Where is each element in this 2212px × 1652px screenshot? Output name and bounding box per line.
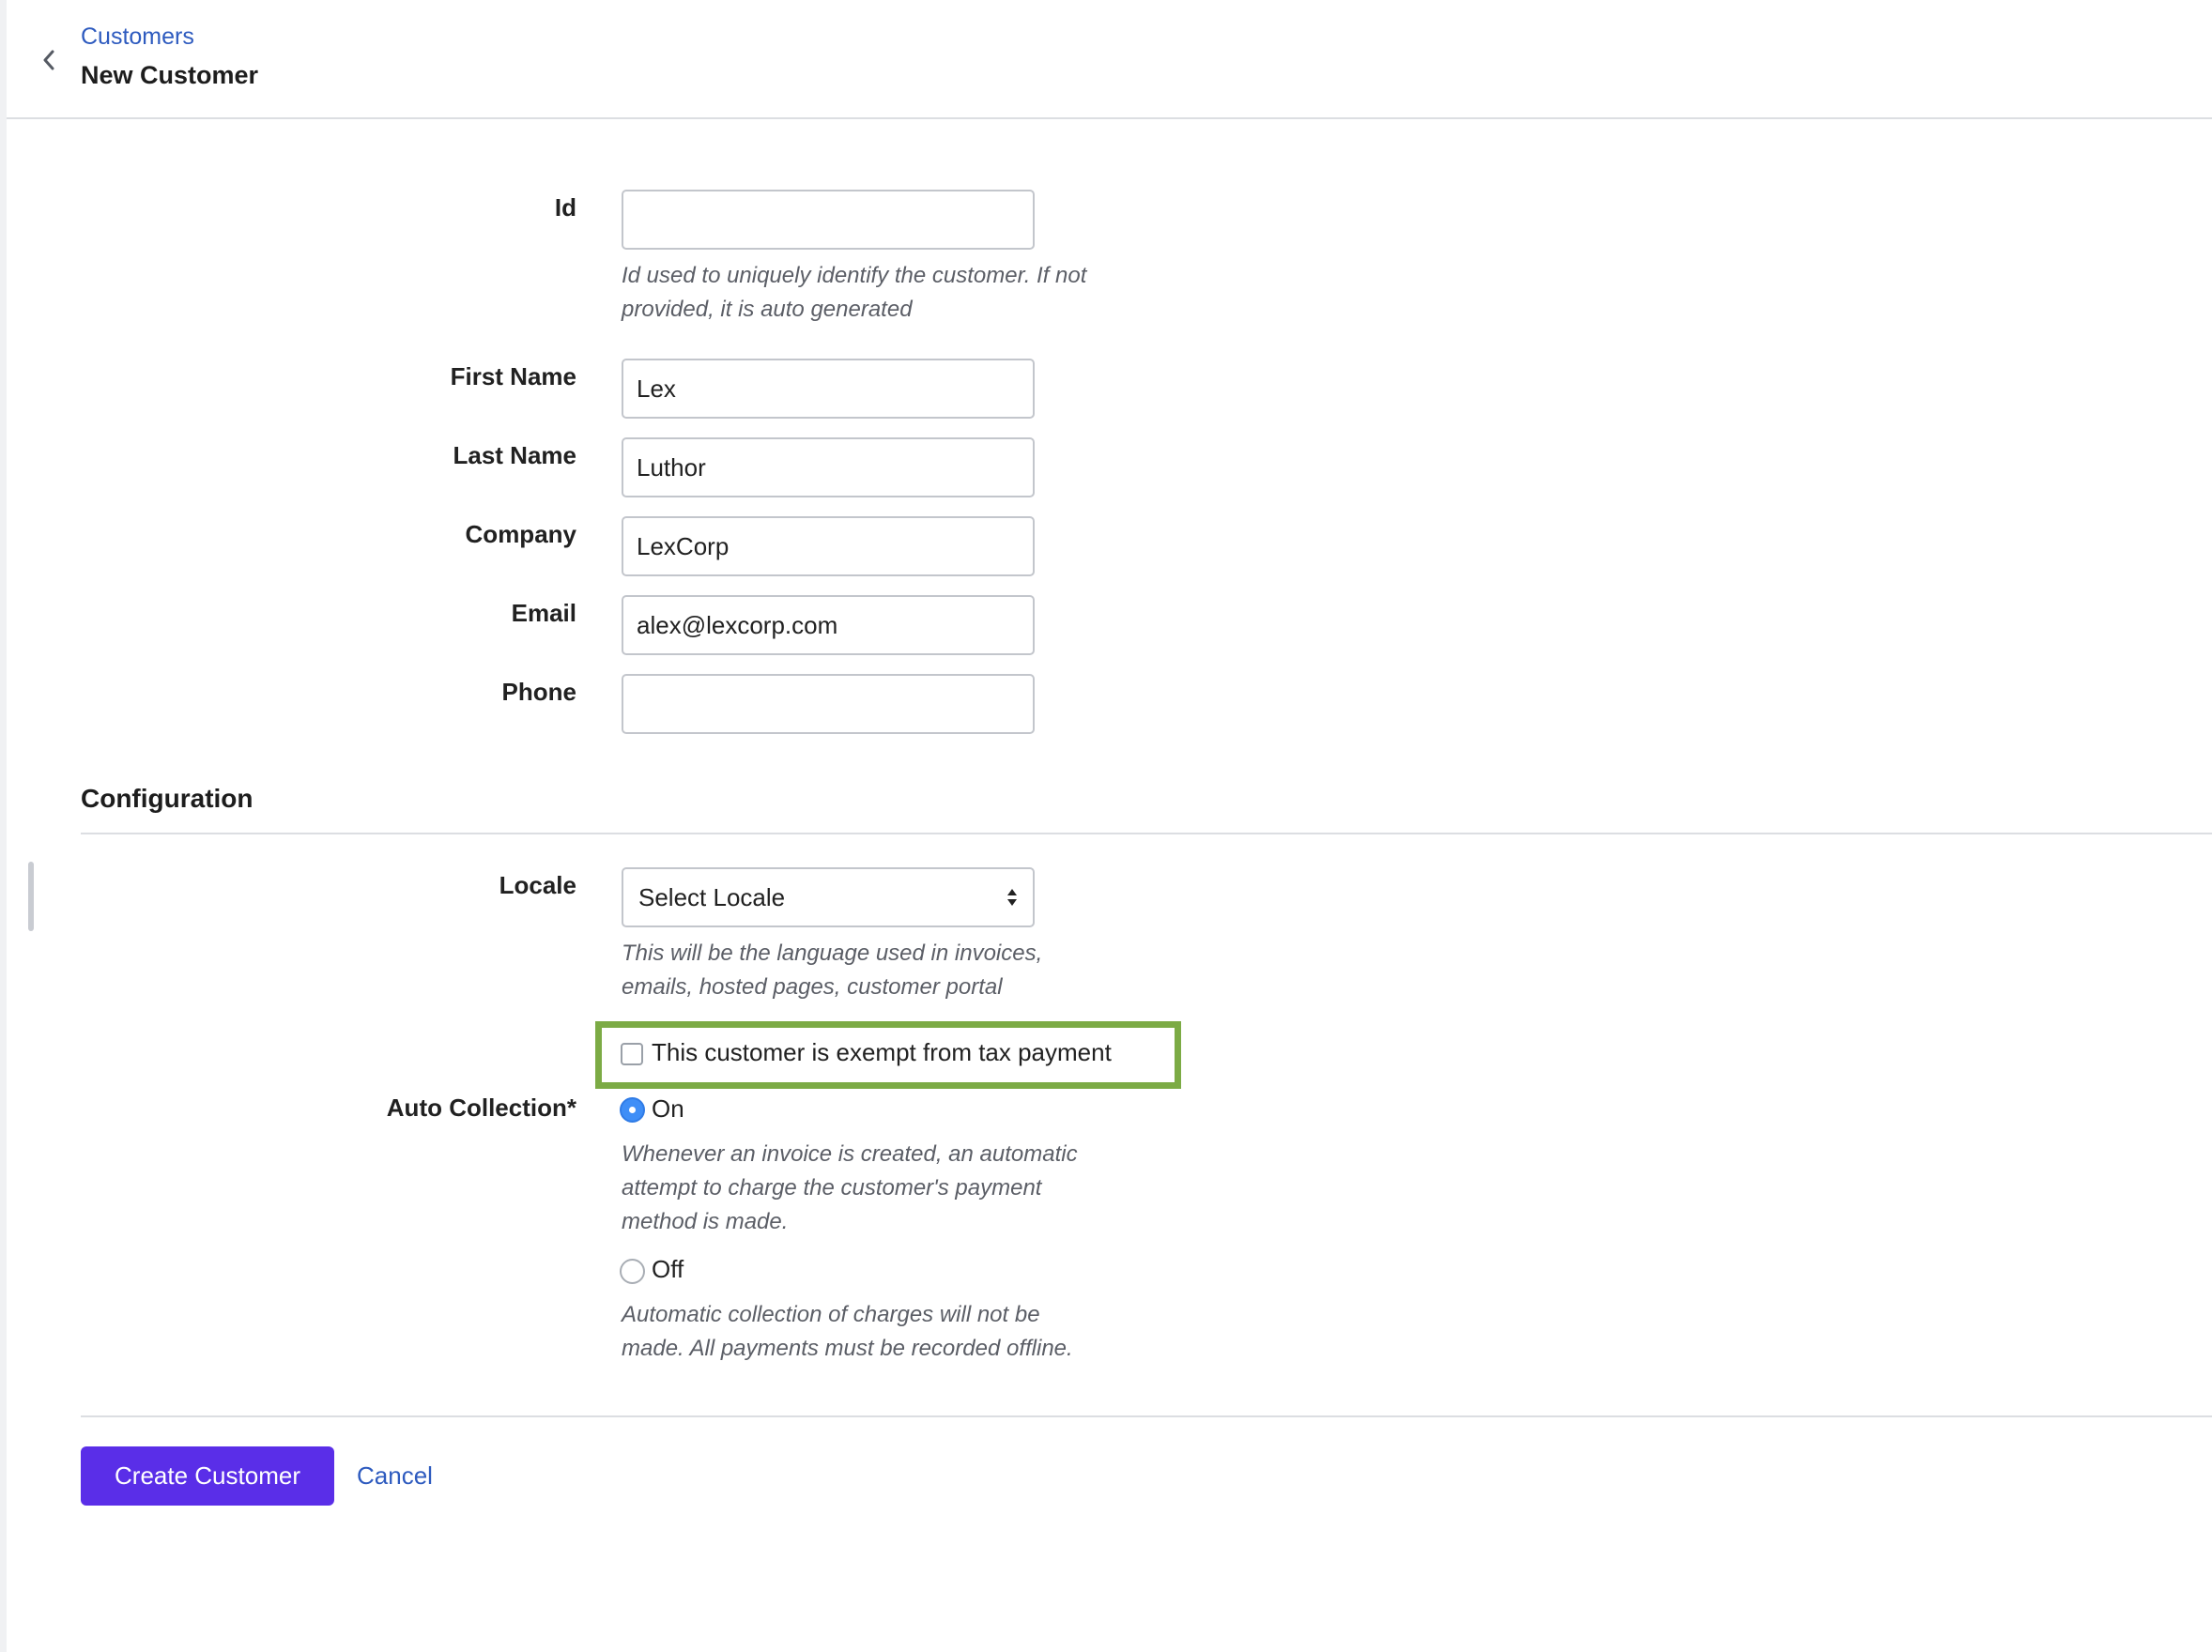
select-arrows-icon [1007, 889, 1017, 906]
id-hint-line-1: Id used to uniquely identify the custome… [622, 263, 1087, 288]
on-hint-line-3: method is made. [622, 1209, 789, 1234]
id-hint: Id used to uniquely identify the custome… [622, 259, 1147, 327]
id-label: Id [554, 193, 576, 222]
first-name-field[interactable] [622, 359, 1035, 419]
auto-collection-on-label[interactable]: On [652, 1094, 684, 1124]
breadcrumb-customers[interactable]: Customers [81, 23, 194, 51]
first-name-label: First Name [450, 362, 576, 390]
email-label: Email [511, 599, 576, 627]
phone-field[interactable] [622, 674, 1035, 734]
off-hint-line-2: made. All payments must be recorded offl… [622, 1336, 1073, 1361]
footer-divider [81, 1415, 2212, 1417]
tax-exempt-label[interactable]: This customer is exempt from tax payment [652, 1038, 1112, 1067]
on-hint-line-2: attempt to charge the customer's payment [622, 1175, 1042, 1201]
locale-select[interactable]: Select Locale [622, 867, 1035, 927]
auto-collection-on-hint: Whenever an invoice is created, an autom… [622, 1138, 1147, 1239]
company-label: Company [465, 520, 576, 548]
left-edge-strip [0, 0, 7, 1652]
scrollbar-handle[interactable] [28, 862, 34, 931]
locale-hint-line-2: emails, hosted pages, customer portal [622, 974, 1003, 1000]
auto-collection-off-hint: Automatic collection of charges will not… [622, 1298, 1147, 1366]
tax-exempt-checkbox[interactable] [621, 1043, 643, 1065]
cancel-link[interactable]: Cancel [357, 1461, 433, 1491]
auto-collection-off-radio[interactable] [620, 1259, 645, 1284]
locale-hint: This will be the language used in invoic… [622, 937, 1147, 1004]
locale-selected-value: Select Locale [638, 882, 786, 911]
last-name-label: Last Name [453, 441, 577, 469]
off-hint-line-1: Automatic collection of charges will not… [622, 1302, 1040, 1327]
last-name-field[interactable] [622, 437, 1035, 497]
page-header: Customers New Customer [7, 0, 2212, 119]
configuration-heading: Configuration [81, 784, 253, 813]
phone-label: Phone [501, 678, 576, 706]
create-customer-button[interactable]: Create Customer [81, 1446, 334, 1506]
auto-collection-label: Auto Collection* [386, 1094, 576, 1122]
page-title: New Customer [81, 61, 259, 89]
on-hint-line-1: Whenever an invoice is created, an autom… [622, 1141, 1078, 1167]
auto-collection-on-radio[interactable] [620, 1097, 645, 1123]
locale-hint-line-1: This will be the language used in invoic… [622, 941, 1043, 966]
id-field[interactable] [622, 190, 1035, 250]
auto-collection-off-label[interactable]: Off [652, 1255, 684, 1284]
chevron-left-icon [43, 50, 54, 70]
section-divider [81, 833, 2212, 834]
company-field[interactable] [622, 516, 1035, 576]
id-hint-line-2: provided, it is auto generated [622, 297, 913, 322]
locale-label: Locale [499, 871, 576, 899]
back-button[interactable] [35, 43, 63, 77]
email-field[interactable] [622, 595, 1035, 655]
